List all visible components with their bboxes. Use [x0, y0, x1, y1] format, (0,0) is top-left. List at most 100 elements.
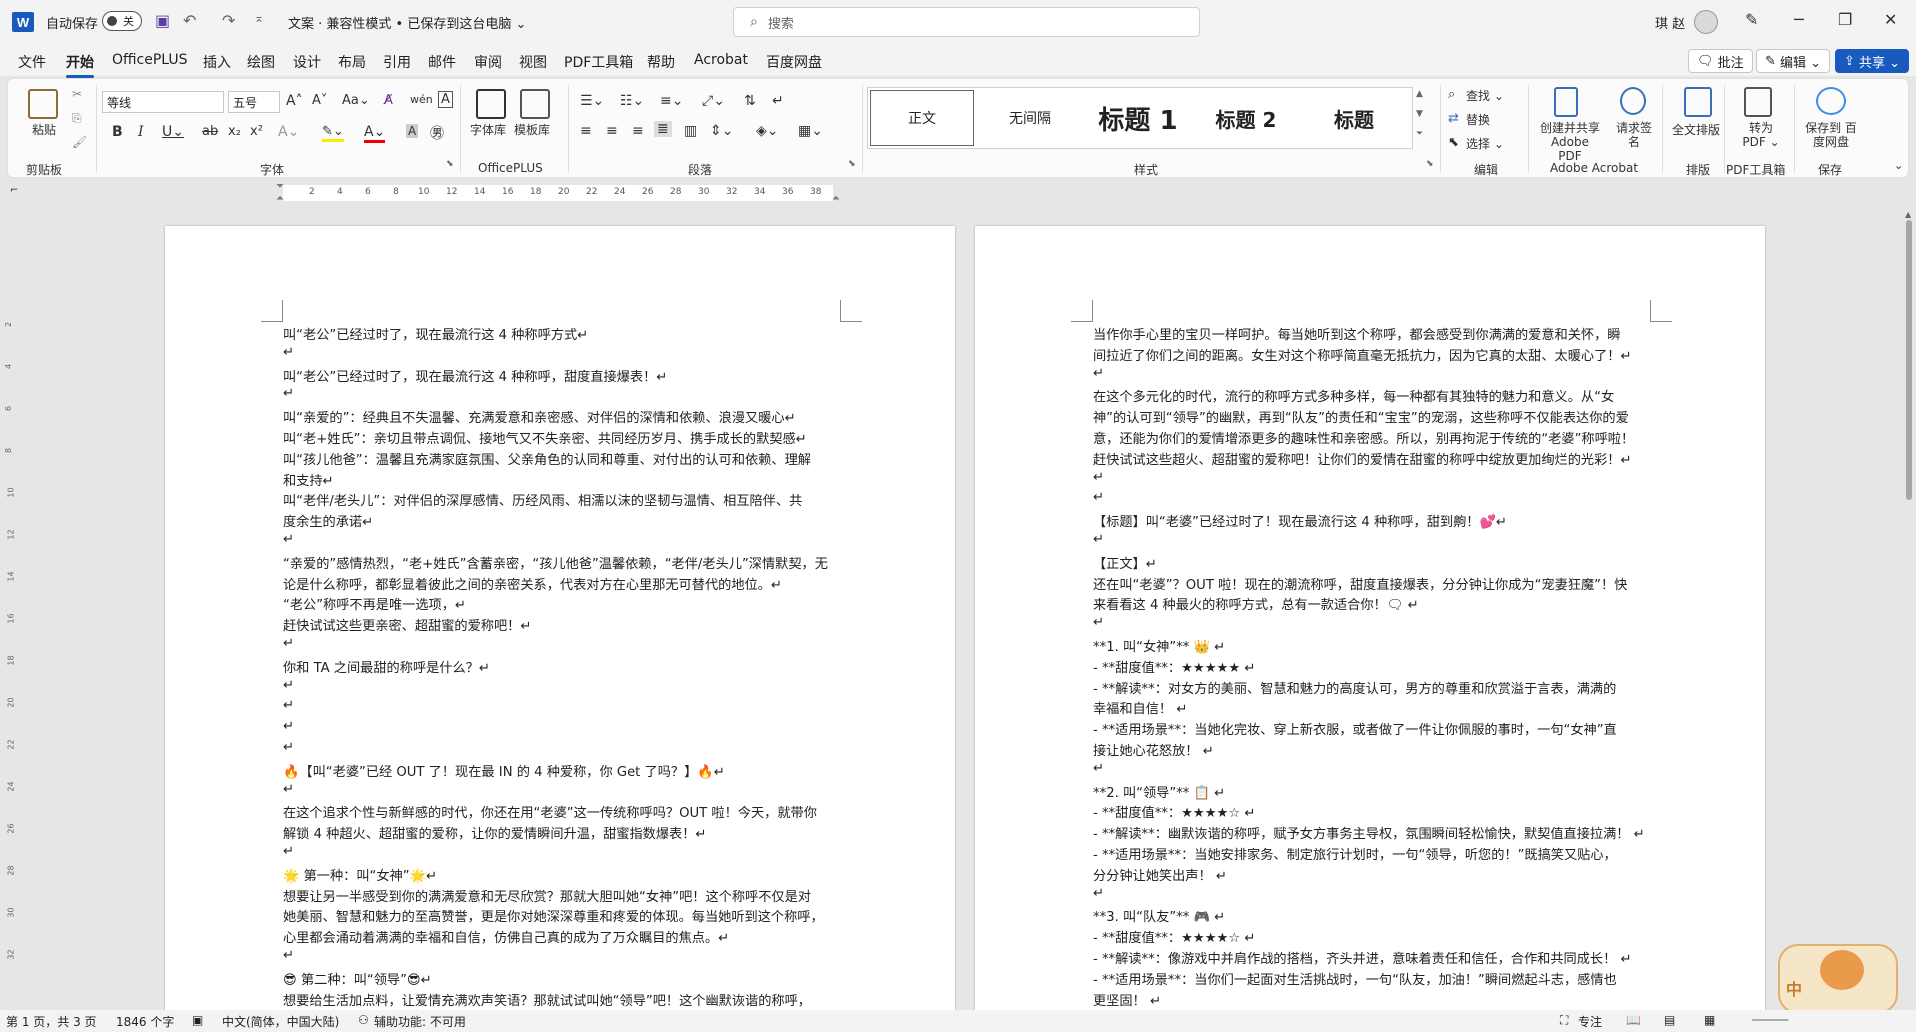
template-library-icon[interactable]: [520, 89, 550, 119]
create-pdf-icon[interactable]: [1554, 87, 1578, 117]
char-border-icon[interactable]: A: [438, 91, 453, 108]
restore-icon[interactable]: ❐: [1838, 10, 1852, 29]
grow-font-icon[interactable]: A˄: [286, 93, 303, 109]
tab-layout[interactable]: 布局: [338, 52, 366, 72]
phonetic-icon[interactable]: wén: [410, 93, 433, 106]
request-sign-icon[interactable]: [1620, 87, 1646, 115]
baidu-cloud-icon[interactable]: [1816, 87, 1846, 115]
accessibility-status[interactable]: 辅助功能: 不可用: [374, 1013, 466, 1030]
tab-selector-icon[interactable]: ⌐: [10, 185, 18, 196]
align-left-icon[interactable]: ≡: [580, 123, 592, 139]
chinese-layout-icon[interactable]: ⤢⌄: [702, 93, 725, 109]
font-library-icon[interactable]: [476, 89, 506, 119]
tab-home[interactable]: 开始: [66, 52, 94, 78]
tab-view[interactable]: 视图: [519, 52, 547, 72]
full-layout-icon[interactable]: [1684, 87, 1712, 117]
template-library-label[interactable]: 模板库: [514, 121, 550, 138]
read-mode-icon[interactable]: 📖: [1626, 1013, 1641, 1027]
close-icon[interactable]: ✕: [1884, 10, 1897, 29]
enclose-char-icon[interactable]: ㊚: [430, 123, 444, 143]
collapse-ribbon-icon[interactable]: ⌄: [1894, 159, 1903, 172]
bold-icon[interactable]: B: [112, 124, 123, 140]
pdf-convert-icon[interactable]: [1744, 87, 1772, 117]
focus-icon[interactable]: ⛶: [1560, 1013, 1568, 1028]
style-title[interactable]: 标题: [1302, 90, 1406, 146]
scrollbar-thumb[interactable]: [1906, 220, 1912, 500]
word-count[interactable]: 1846 个字: [116, 1013, 174, 1030]
underline-icon[interactable]: U⌄: [162, 124, 184, 140]
font-library-label[interactable]: 字体库: [470, 121, 506, 138]
strikethrough-icon[interactable]: ab: [202, 124, 218, 139]
style-heading-2[interactable]: 标题 2: [1194, 90, 1298, 146]
accessibility-icon[interactable]: ⚇: [358, 1013, 369, 1027]
font-color-icon[interactable]: A⌄: [364, 124, 386, 143]
subscript-icon[interactable]: x₂: [228, 124, 241, 139]
tab-review[interactable]: 审阅: [474, 52, 502, 72]
undo-icon[interactable]: ↶: [183, 11, 196, 30]
borders-icon[interactable]: ▦⌄: [798, 123, 823, 139]
sort-icon[interactable]: ⇅: [744, 93, 756, 109]
find-icon[interactable]: ⌕: [1448, 87, 1455, 102]
focus-label[interactable]: 专注: [1578, 1013, 1602, 1030]
redo-icon[interactable]: ↷: [222, 11, 235, 30]
dialog-launcher-icon[interactable]: ⬊: [1426, 159, 1434, 169]
superscript-icon[interactable]: x²: [250, 124, 263, 139]
line-spacing-icon[interactable]: ⇕⌄: [710, 123, 733, 139]
minimize-icon[interactable]: ─: [1794, 10, 1804, 29]
tab-insert[interactable]: 插入: [203, 52, 231, 72]
align-right-icon[interactable]: ≡: [632, 123, 644, 139]
tab-references[interactable]: 引用: [383, 52, 411, 72]
paste-icon[interactable]: [28, 89, 58, 119]
edit-mode-button[interactable]: ✎ 编辑 ⌄: [1756, 49, 1831, 73]
dialog-launcher-icon[interactable]: ⬊: [848, 159, 856, 169]
replace-label[interactable]: 替换: [1466, 111, 1490, 128]
distribute-icon[interactable]: ▥: [684, 123, 697, 139]
align-center-icon[interactable]: ≡: [606, 123, 618, 139]
find-label[interactable]: 查找 ⌄: [1466, 87, 1504, 104]
search-box[interactable]: ⌕ 搜索: [733, 7, 1200, 37]
web-layout-icon[interactable]: ▦: [1704, 1013, 1715, 1027]
shading-icon[interactable]: ◈⌄: [756, 123, 779, 139]
baidu-save-label[interactable]: 保存到 百度网盘: [1800, 121, 1862, 149]
document-page-1[interactable]: 叫“老公”已经过时了，现在最流行这 4 种称呼方式↵ ↵ 叫“老公”已经过时了，现在…: [165, 226, 955, 1010]
vertical-scrollbar[interactable]: ▲: [1904, 210, 1914, 1010]
request-sign-label[interactable]: 请求签名: [1616, 121, 1652, 149]
font-name-select[interactable]: 等线: [102, 91, 224, 113]
tab-mailings[interactable]: 邮件: [428, 52, 456, 72]
select-icon[interactable]: ⬉: [1448, 135, 1459, 150]
print-layout-icon[interactable]: ▤: [1664, 1013, 1675, 1027]
style-normal[interactable]: 正文: [870, 90, 974, 146]
document-page-2[interactable]: 当作你手心里的宝贝一样呵护。每当她听到这个称呼，都会感受到你满满的爱意和关怀，瞬…: [975, 226, 1765, 1010]
document-title[interactable]: 文案 · 兼容性模式 • 已保存到这台电脑 ⌄: [288, 13, 526, 32]
multilevel-list-icon[interactable]: ≡⌄: [660, 93, 683, 109]
style-heading-1[interactable]: 标题 1: [1086, 90, 1190, 146]
scroll-up-icon[interactable]: ▲: [1905, 210, 1911, 219]
autosave-toggle[interactable]: 关: [102, 11, 142, 31]
pdf-convert-label[interactable]: 转为 PDF ⌄: [1738, 121, 1784, 149]
show-marks-icon[interactable]: ↵: [772, 93, 784, 109]
numbering-icon[interactable]: ☷⌄: [620, 93, 644, 109]
italic-icon[interactable]: I: [138, 124, 144, 140]
copy-icon[interactable]: ⎘: [72, 111, 82, 126]
text-effects-icon[interactable]: A⌄: [278, 124, 299, 140]
avatar[interactable]: [1694, 10, 1718, 34]
justify-icon[interactable]: ≣: [654, 121, 672, 137]
tab-acrobat[interactable]: Acrobat: [694, 52, 748, 68]
proofing-icon[interactable]: ▣: [192, 1013, 203, 1027]
select-label[interactable]: 选择 ⌄: [1466, 135, 1504, 152]
create-pdf-label[interactable]: 创建并共享 Adobe PDF: [1538, 121, 1602, 163]
style-no-spacing[interactable]: 无间隔: [978, 90, 1082, 146]
language[interactable]: 中文(简体，中国大陆): [222, 1013, 339, 1030]
assistant-mascot[interactable]: 中: [1778, 944, 1898, 1014]
tab-design[interactable]: 设计: [293, 52, 321, 72]
replace-icon[interactable]: ⇄: [1448, 111, 1459, 126]
styles-more-icon[interactable]: ⏷: [1416, 129, 1423, 139]
clear-format-icon[interactable]: A̸: [384, 93, 393, 108]
tab-pdf-toolbox[interactable]: PDF工具箱: [564, 52, 633, 72]
styles-scroll-down-icon[interactable]: ▼: [1416, 109, 1423, 119]
char-shading-icon[interactable]: A: [406, 124, 419, 138]
paste-label[interactable]: 粘贴: [32, 121, 56, 138]
font-size-select[interactable]: 五号: [228, 91, 280, 113]
tab-officeplus[interactable]: OfficePLUS: [112, 52, 188, 68]
cut-icon[interactable]: ✂: [72, 87, 82, 101]
